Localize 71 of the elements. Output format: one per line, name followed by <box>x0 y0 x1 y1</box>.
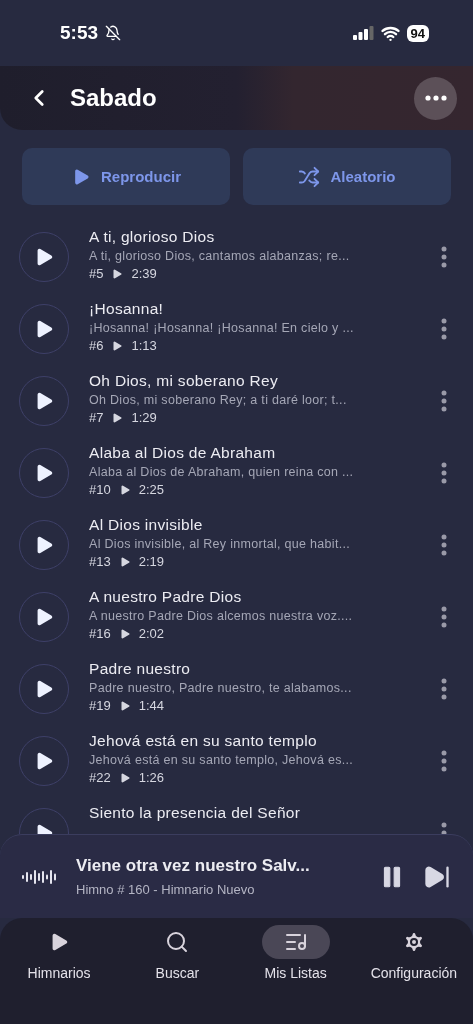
hymn-number: #7 <box>89 410 104 425</box>
kebab-icon <box>441 246 447 268</box>
kebab-icon <box>441 750 447 772</box>
ellipsis-icon <box>424 95 447 101</box>
more-button[interactable] <box>414 76 457 120</box>
nav-tab[interactable]: Mis Listas <box>236 925 355 981</box>
song-excerpt: ¡Hosanna! ¡Hosanna! ¡Hosanna! En cielo y ... <box>89 321 355 335</box>
song-duration: 1:44 <box>138 698 164 713</box>
play-icon <box>111 411 124 424</box>
play-button[interactable] <box>19 376 69 426</box>
song-title: Al Dios invisible <box>89 516 204 534</box>
song-duration: 1:29 <box>131 410 157 425</box>
song-title: A ti, glorioso Dios <box>89 228 216 246</box>
kebab-icon <box>441 462 447 484</box>
song-excerpt: Oh Dios, mi soberano Rey; a ti daré loor; t... <box>89 393 348 407</box>
song-title: ¡Hosanna! <box>89 300 165 318</box>
play-button[interactable] <box>19 448 69 498</box>
waveform-icon <box>22 868 58 885</box>
kebab-icon <box>441 678 447 700</box>
song-duration: 2:19 <box>138 554 164 569</box>
song-duration: 1:26 <box>138 770 164 785</box>
play-button[interactable] <box>19 304 69 354</box>
song-excerpt: Jehová está en su santo templo, Jehová es... <box>89 753 355 767</box>
song-title: Siento la presencia del Señor <box>89 804 302 822</box>
hymn-number: #13 <box>89 554 111 569</box>
play-button[interactable] <box>19 232 69 282</box>
song-title: A nuestro Padre Dios <box>89 588 243 606</box>
kebab-icon <box>441 318 447 340</box>
battery-level: 94 <box>406 24 429 42</box>
now-playing-subtitle: Himno # 160 - Himnario Nuevo <box>76 882 256 897</box>
playlist-title: Sabado <box>70 84 158 112</box>
signal-icon <box>352 26 374 40</box>
now-playing-bar[interactable]: Viene otra vez nuestro Salv... Himno # 160 - Himnario Nuevo <box>0 834 473 918</box>
status-time: 5:53 <box>60 22 99 44</box>
play-button[interactable] <box>19 664 69 714</box>
play-button[interactable] <box>19 736 69 786</box>
play-all-button[interactable]: Reproducir <box>22 148 230 205</box>
song-title: Jehová está en su santo templo <box>89 732 318 750</box>
hymn-number: #16 <box>89 626 111 641</box>
song-excerpt: A nuestro Padre Dios alcemos nuestra voz.... <box>89 609 354 623</box>
hymn-number: #19 <box>89 698 111 713</box>
play-icon <box>111 339 124 352</box>
nav-tab[interactable]: Configuración <box>354 925 473 981</box>
play-icon <box>111 267 124 280</box>
bell-off-icon <box>105 25 122 41</box>
hymn-number: #5 <box>89 266 104 281</box>
play-button[interactable] <box>19 592 69 642</box>
play-button[interactable] <box>19 520 69 570</box>
song-duration: 2:02 <box>138 626 164 641</box>
search-icon <box>165 930 190 954</box>
hymn-number: #10 <box>89 482 111 497</box>
song-excerpt: Al Dios invisible, al Rey inmortal, que habit... <box>89 537 352 551</box>
hymn-number: #22 <box>89 770 111 785</box>
now-playing-title: Viene otra vez nuestro Salv... <box>76 856 311 876</box>
nav-tab[interactable]: Buscar <box>118 925 237 981</box>
song-excerpt: A ti, glorioso Dios, cantamos alabanzas; re... <box>89 249 351 263</box>
song-title: Alaba al Dios de Abraham <box>89 444 277 462</box>
hymn-number: #6 <box>89 338 104 353</box>
song-duration: 2:39 <box>131 266 157 281</box>
song-title: Padre nuestro <box>89 660 192 678</box>
song-excerpt: Padre nuestro, Padre nuestro, te alabamos... <box>89 681 353 695</box>
song-duration: 1:13 <box>131 338 157 353</box>
shuffle-icon <box>298 165 321 188</box>
shuffle-button[interactable]: Aleatorio <box>243 148 451 205</box>
kebab-icon <box>441 606 447 628</box>
nav-tab[interactable]: Himnarios <box>0 925 119 981</box>
song-title: Oh Dios, mi soberano Rey <box>89 372 279 390</box>
song-excerpt: Alaba al Dios de Abraham, quien reina con ... <box>89 465 355 479</box>
song-duration: 2:25 <box>138 482 164 497</box>
kebab-icon <box>441 534 447 556</box>
kebab-icon <box>441 390 447 412</box>
